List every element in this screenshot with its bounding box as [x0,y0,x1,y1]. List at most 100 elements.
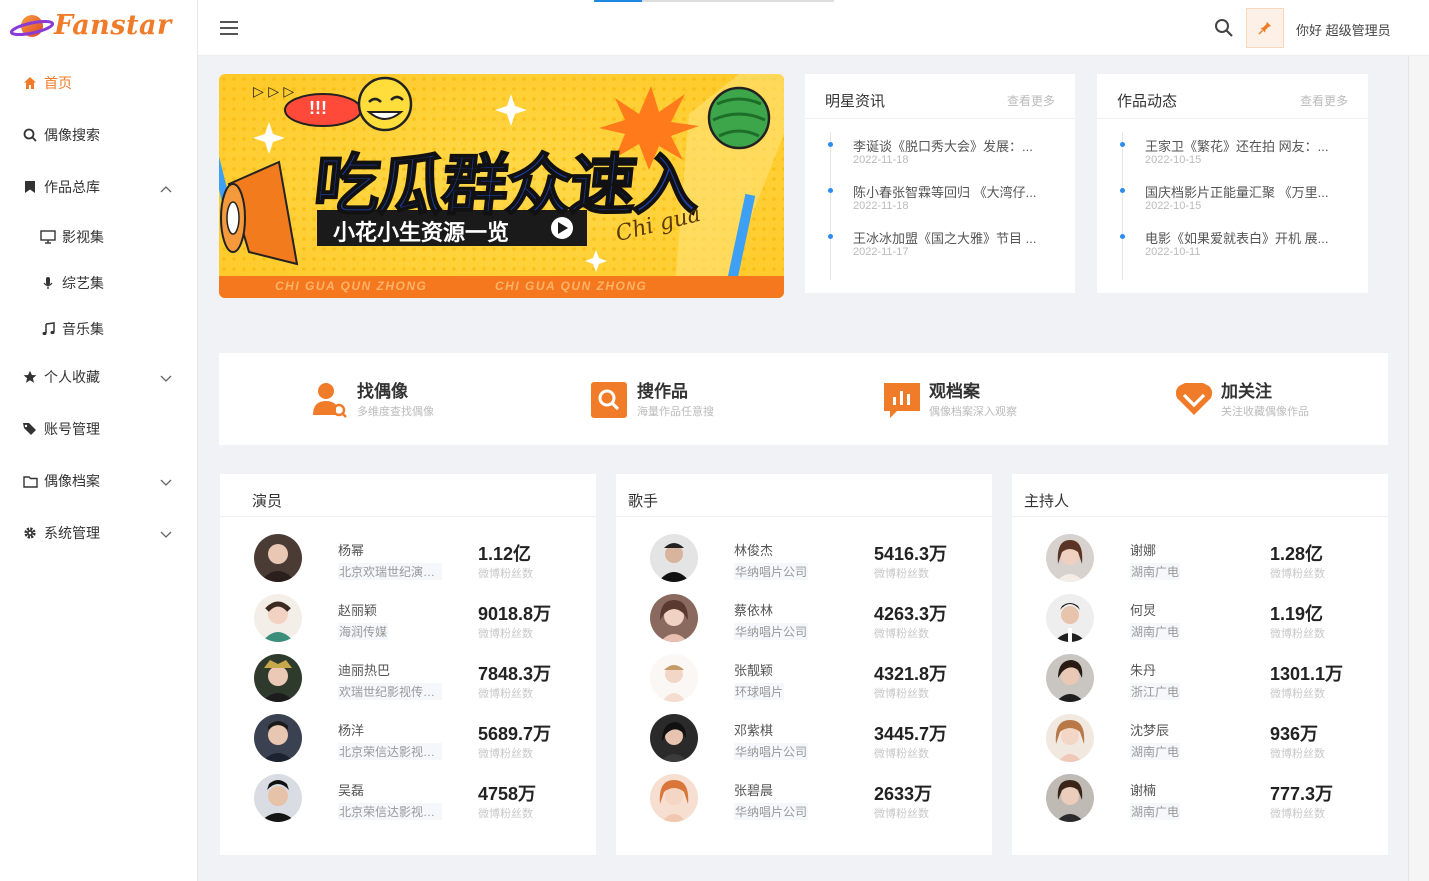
sidebar-item-system[interactable]: 系统管理 [0,518,198,548]
feature-strip: 找偶像 多维度查找偶像 搜作品 海量作品任意搜 观档案 偶像档案深入观察 加关注… [219,353,1388,445]
ranking-row[interactable]: 谢楠 湖南广电 777.3万 微博粉丝数 [1012,774,1388,830]
ranking-row[interactable]: 何炅 湖南广电 1.19亿 微博粉丝数 [1012,594,1388,650]
feature-follow[interactable]: 加关注 关注收藏偶像作品 [1175,353,1375,445]
header-search-icon[interactable] [1214,18,1234,38]
banner-exclaim: !!! [309,98,327,118]
feature-search-works[interactable]: 搜作品 海量作品任意搜 [591,353,791,445]
menu-toggle-icon[interactable] [220,21,238,37]
user-greeting[interactable]: 你好 超级管理员 [1296,20,1391,39]
sidebar-item-label: 作品总库 [44,179,100,195]
sidebar-item-label: 偶像档案 [44,473,100,489]
ranking-row[interactable]: 杨洋 北京荣信达影视艺... 5689.7万 微博粉丝数 [220,714,596,770]
banner-headline: 吃瓜群众速入 [309,146,703,225]
pin-icon [1258,22,1271,35]
card-title: 明星资讯 [825,93,886,110]
gear-icon [22,525,38,541]
ranking-card-actors: 演员 杨幂 北京欢瑞世纪演艺... 1.12亿 微博粉丝数 赵丽颖 海润传媒 9… [220,474,596,855]
sidebar-item-films[interactable]: 影视集 [0,222,198,252]
avatar [254,594,302,642]
sidebar-item-label: 首页 [44,75,72,91]
card-title: 主持人 [1024,493,1070,510]
top-header: 你好 超级管理员 [198,0,1429,56]
ranking-row[interactable]: 杨幂 北京欢瑞世纪演艺... 1.12亿 微博粉丝数 [220,534,596,590]
view-more-link[interactable]: 查看更多 [1007,92,1055,109]
sidebar-item-idol-archive[interactable]: 偶像档案 [0,466,198,496]
feature-view-archive[interactable]: 观档案 偶像档案深入观察 [883,353,1083,445]
avatar [254,714,302,762]
sidebar-item-account[interactable]: 账号管理 [0,414,198,444]
avatar [650,654,698,702]
avatar [1046,534,1094,582]
avatar [650,594,698,642]
chart-icon [884,383,920,418]
banner-footer-right: CHI GUA QUN ZHONG [495,279,648,293]
sidebar-item-variety[interactable]: 综艺集 [0,268,198,298]
sidebar-item-label: 影视集 [62,229,104,245]
sidebar-item-idol-search[interactable]: 偶像搜索 [0,120,198,150]
sidebar-item-works-library[interactable]: 作品总库 [0,172,198,202]
folder-icon [22,473,38,489]
ranking-row[interactable]: 张碧晨 华纳唱片公司 2633万 微博粉丝数 [616,774,992,830]
banner-subtitle: 小花小生资源一览 [333,221,510,246]
avatar [650,534,698,582]
chevron-down-icon [160,526,172,542]
avatar [1046,714,1094,762]
ranking-card-hosts: 主持人 谢娜 湖南广电 1.28亿 微博粉丝数 何炅 湖南广电 1.19亿 微博… [1012,474,1388,855]
sidebar-item-label: 综艺集 [62,275,104,291]
top-tab-indicator [594,0,834,2]
svg-text:▷ ▷ ▷: ▷ ▷ ▷ [253,84,294,100]
chevron-down-icon [160,370,172,386]
works-news-card: 作品动态 查看更多 王家卫《繁花》还在拍 网友：... 2022-10-15 国… [1097,74,1368,293]
ranking-row[interactable]: 谢娜 湖南广电 1.28亿 微博粉丝数 [1012,534,1388,590]
ranking-row[interactable]: 张靓颖 环球唱片 4321.8万 微博粉丝数 [616,654,992,710]
page-scrollbar[interactable] [1408,56,1429,881]
avatar [1046,594,1094,642]
planet-logo-icon [10,15,54,37]
app-logo[interactable]: Fanstar [10,8,180,44]
tags-icon [22,421,38,437]
monitor-icon [40,229,56,245]
feature-find-idol[interactable]: 找偶像 多维度查找偶像 [311,353,511,445]
avatar [650,774,698,822]
ranking-row[interactable]: 吴磊 北京荣信达影视艺... 4758万 微博粉丝数 [220,774,596,830]
sidebar-item-favorites[interactable]: 个人收藏 [0,362,198,392]
star-news-card: 明星资讯 查看更多 李诞谈《脱口秀大会》发展：... 2022-11-18 陈小… [805,74,1075,293]
search-icon [22,127,38,143]
avatar [254,774,302,822]
sidebar-item-label: 偶像搜索 [44,127,100,143]
ranking-row[interactable]: 蔡依林 华纳唱片公司 4263.3万 微博粉丝数 [616,594,992,650]
ranking-row[interactable]: 朱丹 浙江广电 1301.1万 微博粉丝数 [1012,654,1388,710]
chevron-up-icon [160,180,172,196]
logo-text: Fanstar [54,10,172,41]
card-title: 歌手 [628,493,659,510]
home-icon [22,75,38,91]
user-avatar[interactable] [1246,8,1284,48]
sidebar-item-home[interactable]: 首页 [0,68,198,98]
ranking-row[interactable]: 赵丽颖 海润传媒 9018.8万 微博粉丝数 [220,594,596,650]
card-title: 演员 [252,493,283,510]
microphone-icon [40,275,56,291]
ranking-row[interactable]: 邓紫棋 华纳唱片公司 3445.7万 微博粉丝数 [616,714,992,770]
ranking-row[interactable]: 迪丽热巴 欢瑞世纪影视传媒... 7848.3万 微博粉丝数 [220,654,596,710]
sidebar: Fanstar 首页 偶像搜索 作品总库 影视集 综艺集 音乐集 个人收藏 账号… [0,0,198,881]
view-more-link[interactable]: 查看更多 [1300,92,1348,109]
music-icon [40,321,56,337]
sidebar-item-label: 个人收藏 [44,369,100,385]
avatar [1046,654,1094,702]
sidebar-item-label: 账号管理 [44,421,100,437]
chevron-down-icon [160,474,172,490]
avatar [254,654,302,702]
promo-banner[interactable]: ▷ ▷ ▷ !!! 吃瓜群众速入 小花小生资源一览 Chi gua CHI GU… [219,74,784,298]
heart-icon [1175,383,1213,415]
avatar [254,534,302,582]
avatar [650,714,698,762]
ranking-card-singers: 歌手 林俊杰 华纳唱片公司 5416.3万 微博粉丝数 蔡依林 华纳唱片公司 4… [616,474,992,855]
ranking-row[interactable]: 沈梦辰 湖南广电 936万 微博粉丝数 [1012,714,1388,770]
banner-footer-left: CHI GUA QUN ZHONG [275,279,428,293]
ranking-row[interactable]: 林俊杰 华纳唱片公司 5416.3万 微博粉丝数 [616,534,992,590]
magnifier-icon [591,382,627,418]
card-title: 作品动态 [1117,93,1178,110]
user-search-icon [313,383,347,418]
sidebar-item-music[interactable]: 音乐集 [0,314,198,344]
bookmark-icon [22,179,38,195]
